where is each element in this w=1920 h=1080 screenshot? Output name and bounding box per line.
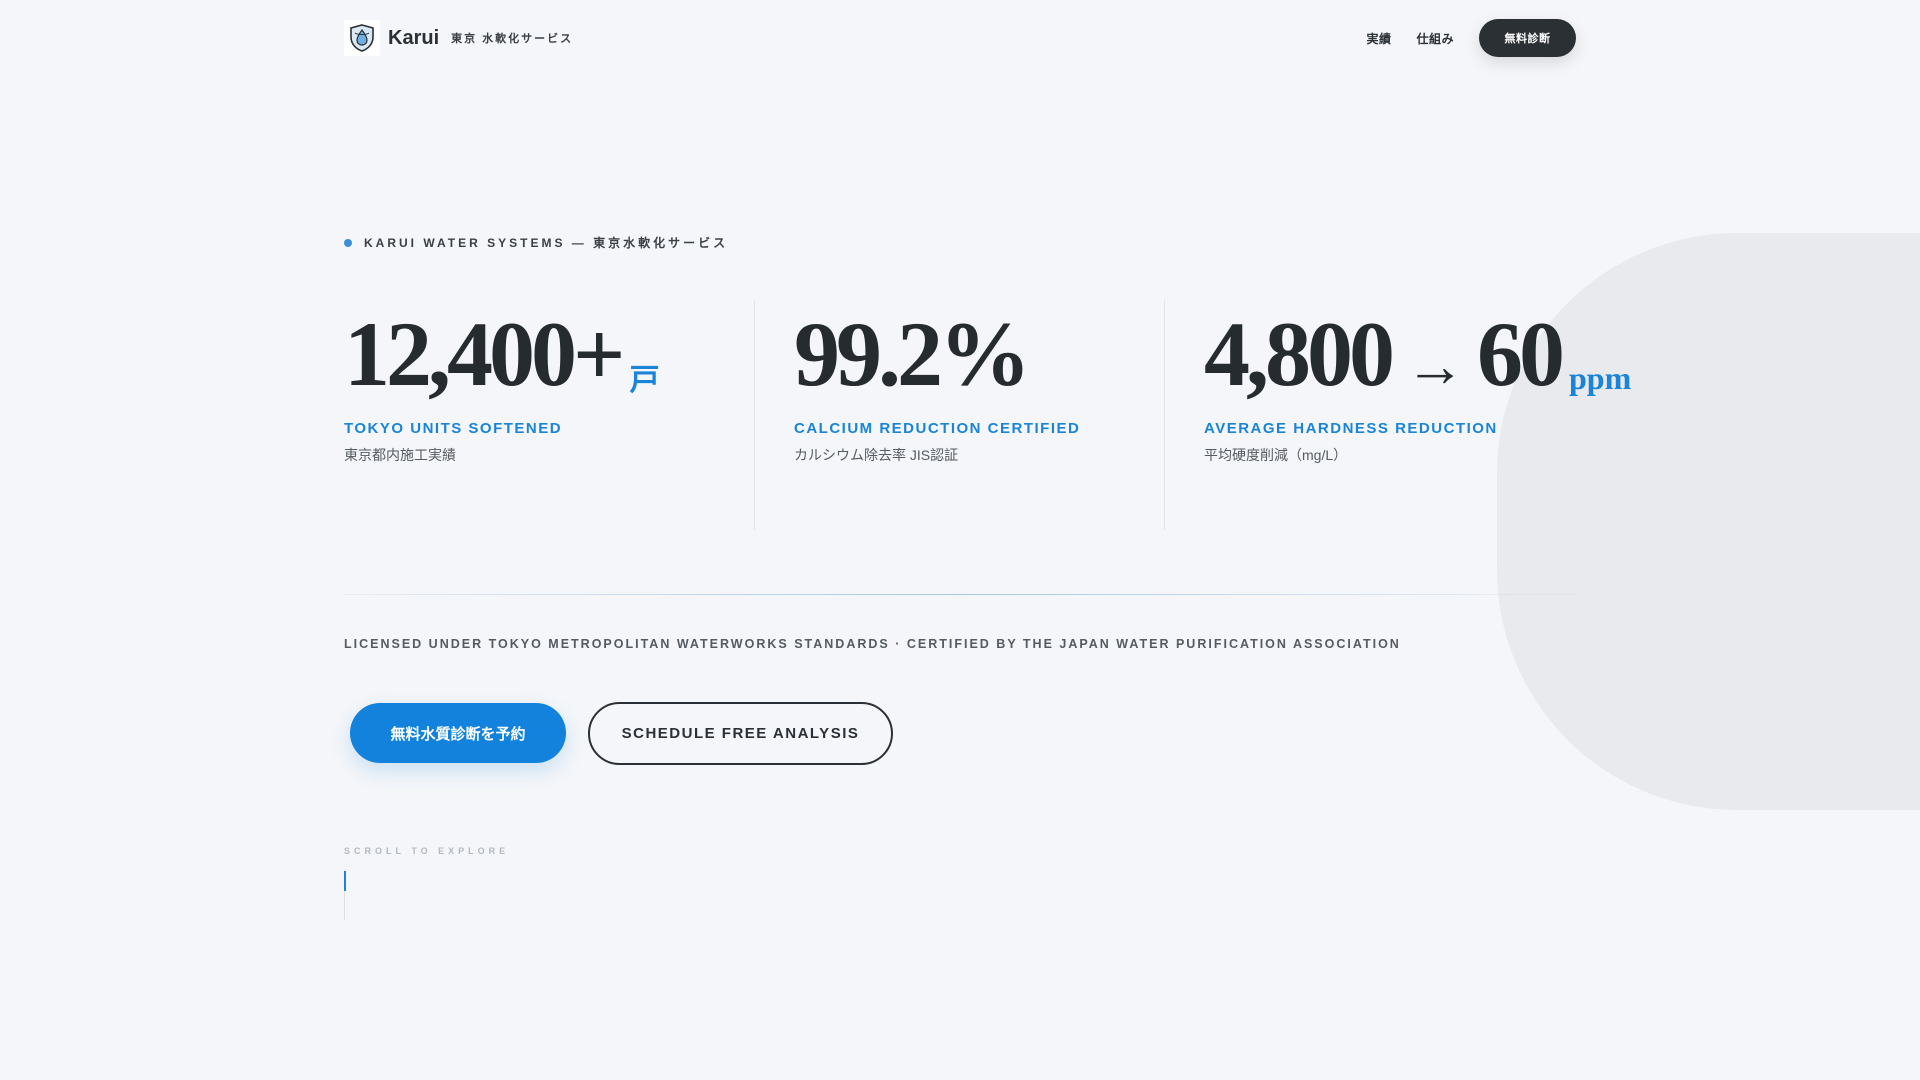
brand[interactable]: Karui 東京 水軟化サービス xyxy=(344,20,573,56)
free-diagnosis-button[interactable]: 無料診断 xyxy=(1479,19,1576,57)
shield-logo-icon xyxy=(344,20,380,56)
stat-sublabel: 東京都内施工実績 xyxy=(344,447,456,463)
scroll-indicator-thumb xyxy=(344,871,346,891)
hero-eyebrow: KARUI WATER SYSTEMS — 東京水軟化サービス xyxy=(344,234,728,251)
stat-sublabel: 平均硬度削減（mg/L） xyxy=(1204,447,1348,463)
stat-label: TOKYO UNITS SOFTENED xyxy=(344,420,563,437)
scroll-hint: SCROLL TO EXPLORE xyxy=(344,846,510,856)
eyebrow-dot-icon xyxy=(344,238,352,247)
stat-number: 99.2% xyxy=(794,303,1031,405)
stat-calcium-reduction: 99.2% CALCIUM REDUCTION CERTIFIED カルシウム除… xyxy=(794,300,1164,530)
nav-link-results[interactable]: 実績 xyxy=(1366,30,1391,47)
schedule-free-analysis-button[interactable]: SCHEDULE FREE ANALYSIS xyxy=(588,702,893,765)
stat-hardness-reduction: 4,800 → 60 ppm AVERAGE HARDNESS REDUCTIO… xyxy=(1204,300,1631,530)
stat-units-softened: 12,400+ 戸 TOKYO UNITS SOFTENED 東京都内施工実績 xyxy=(344,300,754,530)
stat-number-from: 4,800 xyxy=(1204,303,1395,405)
stat-value: 4,800 → 60 ppm xyxy=(1204,300,1631,405)
nav-link-how-it-works[interactable]: 仕組み xyxy=(1416,30,1454,47)
stat-divider xyxy=(1164,300,1165,530)
stat-label: CALCIUM REDUCTION CERTIFIED xyxy=(794,420,1081,437)
stat-divider xyxy=(754,300,755,530)
brand-subtitle: 東京 水軟化サービス xyxy=(451,33,574,45)
licensing-statement: LICENSED UNDER TOKYO METROPOLITAN WATERW… xyxy=(344,637,1401,651)
stat-number: 12,400+ xyxy=(344,303,625,405)
stat-label: AVERAGE HARDNESS REDUCTION xyxy=(1204,420,1498,437)
stat-value: 99.2% xyxy=(794,300,1164,400)
section-divider xyxy=(344,594,1576,595)
stat-sublabel: カルシウム除去率 JIS認証 xyxy=(794,447,959,463)
brand-name: Karui xyxy=(388,26,440,49)
stat-unit: 戸 xyxy=(629,363,660,398)
stat-unit: ppm xyxy=(1569,360,1632,396)
book-free-analysis-button[interactable]: 無料水質診断を予約 xyxy=(350,703,566,763)
eyebrow-text: KARUI WATER SYSTEMS — 東京水軟化サービス xyxy=(364,236,729,250)
page: Karui 東京 水軟化サービス 実績 仕組み 無料診断 KARUI WATER… xyxy=(0,0,1920,1080)
main-nav: 実績 仕組み 無料診断 xyxy=(1366,19,1576,57)
arrow-right-icon: → xyxy=(1405,333,1465,399)
site-header: Karui 東京 水軟化サービス 実績 仕組み 無料診断 xyxy=(344,18,1576,58)
stat-number-to: 60 xyxy=(1477,303,1565,405)
stat-value: 12,400+ 戸 xyxy=(344,300,754,400)
